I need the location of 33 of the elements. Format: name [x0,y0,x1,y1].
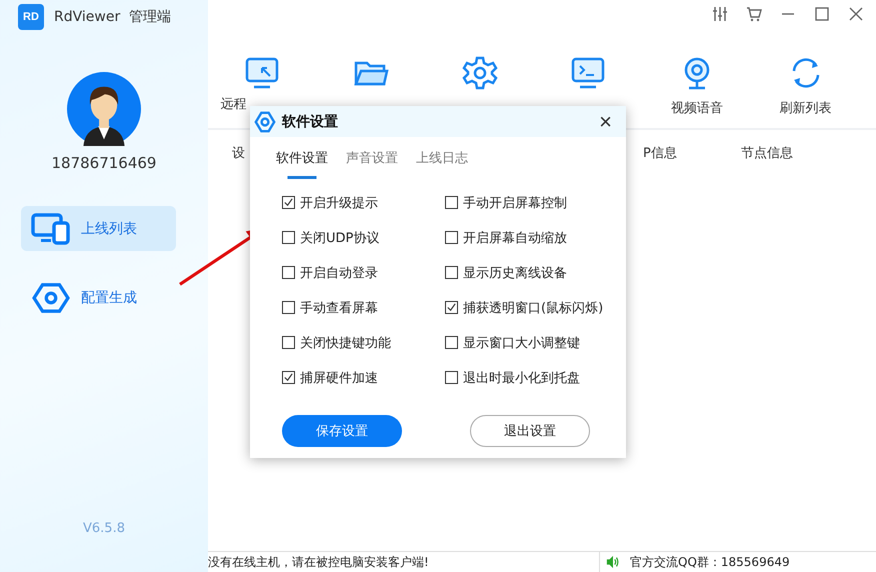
dialog-title: 软件设置 [282,112,339,130]
qq-group-label: 官方交流QQ群：185569649 [630,554,790,570]
app-title: RdViewer 管理端 [54,8,172,26]
option-label[interactable]: 捕屏硬件加速 [300,368,378,386]
column-header: P信息 [643,145,677,162]
option-label[interactable]: 手动查看屏幕 [300,298,378,316]
option-label[interactable]: 开启自动登录 [300,264,378,282]
option-label[interactable]: 开启屏幕自动缩放 [463,228,567,246]
toolbar-label[interactable]: 刷新列表 [780,99,832,117]
option-label[interactable]: 手动开启屏幕控制 [463,194,567,212]
tab[interactable]: 声音设置 [344,147,400,179]
exit-button[interactable]: 退出设置 [470,415,590,447]
option-label[interactable]: 关闭UDP协议 [300,228,380,246]
toolbar-label[interactable]: 视频语音 [670,99,723,117]
column-header: 设 [232,145,245,162]
close-button[interactable]: × [595,110,616,132]
sidebar-item[interactable]: 配置生成 [21,275,176,320]
tab[interactable]: 软件设置 [274,147,330,179]
app-logo: RD [18,4,44,30]
sidebar-item[interactable]: 上线列表 [21,206,176,251]
option-label[interactable]: 显示历史离线设备 [463,264,567,282]
option-label[interactable]: 捕获透明窗口(鼠标闪烁) [463,298,604,316]
toolbar-label[interactable]: 远程 [220,95,246,113]
save-button[interactable]: 保存设置 [282,415,402,447]
option-label[interactable]: 开启升级提示 [300,194,378,212]
option-label[interactable]: 退出时最小化到托盘 [463,368,580,386]
option-label[interactable]: 显示窗口大小调整键 [463,334,580,352]
user-phone: 18786716469 [52,154,156,172]
status-message: 没有在线主机，请在被控电脑安装客户端! [208,554,430,570]
version-label: V6.5.8 [83,521,125,536]
tab[interactable]: 上线日志 [414,147,470,179]
option-label[interactable]: 关闭快捷键功能 [300,334,391,352]
column-header: 节点信息 [740,145,793,162]
